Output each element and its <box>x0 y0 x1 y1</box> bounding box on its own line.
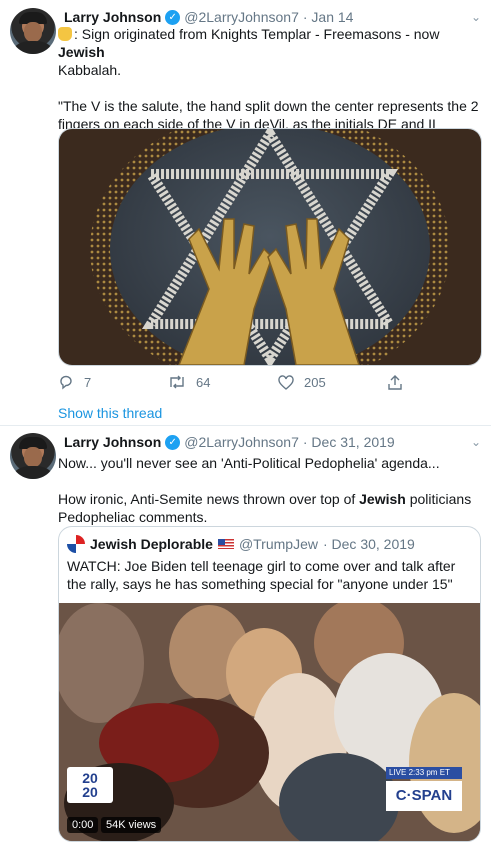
tweet-divider <box>0 425 491 426</box>
reply-button[interactable]: 7 <box>58 374 168 390</box>
tweet-header: Larry Johnson ✓ @2LarryJohnson7 · Dec 31… <box>64 434 395 450</box>
video-views: 54K views <box>101 817 162 833</box>
author-name[interactable]: Larry Johnson <box>64 434 161 450</box>
2020-logo: 20 20 <box>67 767 113 803</box>
network-logo: C·SPAN <box>386 781 462 811</box>
tweet-text: Now... you'll never see an 'Anti-Politic… <box>58 455 472 525</box>
tweet-image[interactable] <box>58 128 482 366</box>
us-flag-icon <box>217 539 234 549</box>
avatar[interactable] <box>10 433 56 479</box>
share-button[interactable] <box>388 374 402 390</box>
quoted-avatar <box>67 535 85 553</box>
video-player[interactable]: 20 20 LIVE 2:33 pm ET C·SPAN 0:00 54K vi… <box>59 603 480 841</box>
verified-icon: ✓ <box>165 9 181 25</box>
star-mosaic-image <box>59 129 481 365</box>
reply-icon <box>60 375 72 390</box>
reply-count: 7 <box>84 374 92 390</box>
quoted-author-handle: @TrumpJew <box>238 536 318 552</box>
live-label: LIVE 2:33 pm ET <box>386 767 462 779</box>
tweet-header: Larry Johnson ✓ @2LarryJohnson7 · Jan 14 <box>64 9 353 25</box>
like-button[interactable]: 205 <box>278 375 388 390</box>
video-time: 0:00 <box>67 817 99 833</box>
author-name[interactable]: Larry Johnson <box>64 9 161 25</box>
author-handle[interactable]: @2LarryJohnson7 <box>184 9 299 25</box>
like-icon <box>278 374 294 390</box>
avatar[interactable] <box>10 8 56 54</box>
author-handle[interactable]: @2LarryJohnson7 <box>184 434 299 450</box>
retweet-count: 64 <box>196 374 211 390</box>
chevron-down-icon[interactable]: ⌄ <box>471 435 481 449</box>
quoted-tweet-header: Jewish Deplorable @TrumpJew · Dec 30, 20… <box>67 535 415 553</box>
retweet-button[interactable]: 64 <box>168 375 278 390</box>
tweet-date[interactable]: · Jan 14 <box>303 9 354 25</box>
quoted-tweet[interactable]: Jewish Deplorable @TrumpJew · Dec 30, 20… <box>58 526 481 842</box>
share-icon <box>388 374 402 390</box>
quoted-author-name: Jewish Deplorable <box>90 536 213 552</box>
quoted-tweet-date: · Dec 30, 2019 <box>322 536 415 552</box>
chevron-down-icon[interactable]: ⌄ <box>471 10 481 24</box>
quoted-tweet-text: WATCH: Joe Biden tell teenage girl to co… <box>67 558 456 592</box>
verified-icon: ✓ <box>165 434 181 450</box>
tweet-actions: 7 64 205 <box>58 374 402 390</box>
tweet-date[interactable]: · Dec 31, 2019 <box>303 434 395 450</box>
retweet-icon <box>170 375 184 389</box>
vulcan-salute-icon <box>58 27 72 41</box>
like-count: 205 <box>304 374 326 390</box>
show-thread-link[interactable]: Show this thread <box>58 405 162 421</box>
